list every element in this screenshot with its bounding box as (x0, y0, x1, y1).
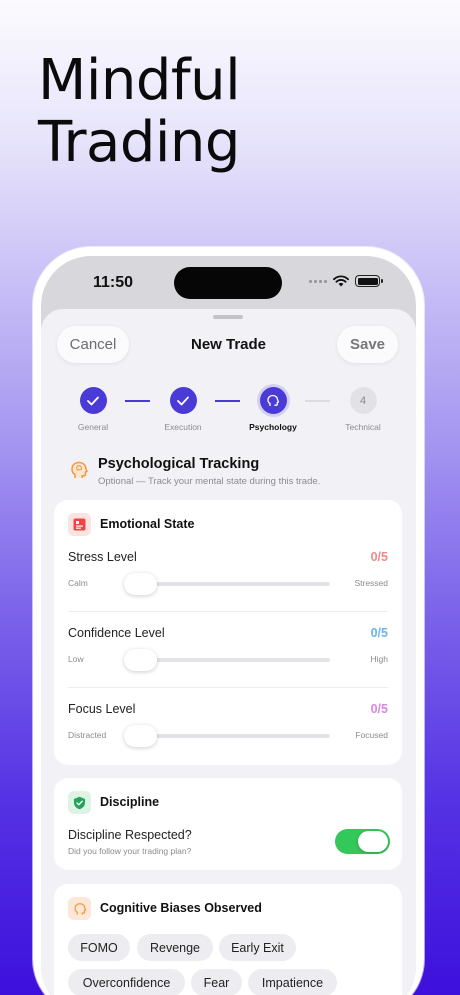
emotion-chart-icon (68, 513, 91, 536)
wifi-icon (333, 275, 349, 287)
hero-line-2: Trading (38, 110, 240, 175)
slider-min-label: Calm (68, 578, 88, 588)
slider-label: Confidence Level (68, 626, 165, 640)
status-time: 11:50 (93, 274, 134, 291)
status-indicators (309, 275, 383, 287)
stress-level-slider: Stress Level 0/5 Calm Stressed (68, 550, 388, 616)
slider-thumb[interactable] (124, 573, 157, 595)
discipline-toggle[interactable] (335, 829, 390, 854)
step-label: Execution (164, 422, 202, 432)
slider-max-label: High (370, 654, 388, 664)
save-button[interactable]: Save (337, 326, 398, 363)
step-execution[interactable]: Execution (143, 387, 223, 432)
step-label: Psychology (249, 422, 297, 432)
head-profile-icon (259, 387, 287, 414)
confidence-level-slider: Confidence Level 0/5 Low High (68, 626, 388, 692)
bias-chip-overconfidence[interactable]: Overconfidence (68, 969, 185, 995)
section-title: Psychological Tracking (98, 456, 260, 472)
brain-head-icon (71, 461, 88, 478)
battery-icon (355, 275, 383, 287)
section-subtitle: Optional — Track your mental state durin… (98, 476, 321, 487)
bias-chip-impatience[interactable]: Impatience (248, 969, 337, 995)
discipline-card: Discipline Discipline Respected? Did you… (54, 778, 402, 870)
shield-check-icon (68, 791, 91, 814)
divider (68, 687, 388, 688)
emotional-state-card: Emotional State Stress Level 0/5 Calm St… (54, 500, 402, 765)
progress-stepper: General Execution Psychology 4 Technical (41, 387, 416, 437)
slider-value: 0/5 (370, 702, 388, 716)
card-title: Discipline (100, 795, 160, 809)
hero-headline: Mindful Trading (38, 48, 241, 175)
slider-max-label: Focused (355, 730, 388, 740)
slider-label: Focus Level (68, 702, 136, 716)
toggle-knob (358, 831, 388, 852)
card-title: Emotional State (100, 517, 195, 531)
card-title: Cognitive Biases Observed (100, 901, 262, 915)
step-general[interactable]: General (53, 387, 133, 432)
phone-screen: 11:50 Cancel New Trade Save General Exec… (41, 256, 416, 995)
slider-max-label: Stressed (354, 578, 388, 588)
focus-level-slider: Focus Level 0/5 Distracted Focused (68, 702, 388, 768)
slider-label: Stress Level (68, 550, 137, 564)
step-technical[interactable]: 4 Technical (323, 387, 403, 432)
brain-head-icon (68, 897, 91, 920)
slider-value: 0/5 (370, 550, 388, 564)
slider-min-label: Low (68, 654, 84, 664)
checkmark-icon (79, 387, 107, 414)
bias-chip-revenge[interactable]: Revenge (137, 934, 213, 961)
dynamic-island (174, 267, 282, 299)
cognitive-biases-card: Cognitive Biases Observed FOMO Revenge E… (54, 884, 402, 995)
slider-thumb[interactable] (124, 649, 157, 671)
checkmark-icon (169, 387, 197, 414)
step-number: 4 (349, 387, 377, 414)
bias-chip-fear[interactable]: Fear (191, 969, 242, 995)
step-label: Technical (345, 422, 381, 432)
slider-min-label: Distracted (68, 730, 107, 740)
discipline-question: Discipline Respected? (68, 828, 192, 842)
discipline-hint: Did you follow your trading plan? (68, 846, 192, 856)
signal-icon (309, 279, 327, 283)
step-psychology[interactable]: Psychology (233, 387, 313, 432)
slider-thumb[interactable] (124, 725, 157, 747)
new-trade-sheet: Cancel New Trade Save General Execution (41, 309, 416, 995)
hero-line-1: Mindful (38, 48, 241, 113)
bias-chip-fomo[interactable]: FOMO (68, 934, 130, 961)
sheet-grabber[interactable] (213, 315, 243, 319)
divider (68, 611, 388, 612)
slider-value: 0/5 (370, 626, 388, 640)
bias-chip-early-exit[interactable]: Early Exit (219, 934, 296, 961)
step-label: General (77, 422, 109, 432)
